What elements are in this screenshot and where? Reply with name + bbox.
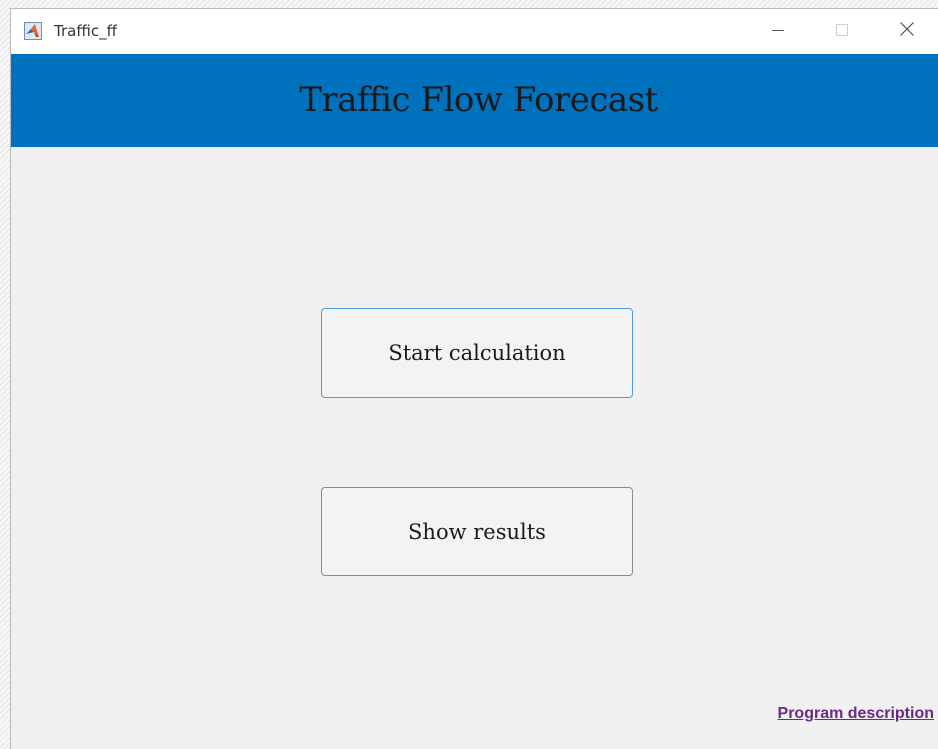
- window-title: Traffic_ff: [54, 22, 117, 40]
- show-results-button[interactable]: Show results: [321, 487, 633, 576]
- close-icon: [900, 22, 914, 41]
- minimize-icon: [772, 23, 784, 41]
- start-calculation-button[interactable]: Start calculation: [321, 308, 633, 398]
- maximize-button[interactable]: [819, 9, 865, 54]
- title-bar[interactable]: Traffic_ff: [11, 9, 938, 54]
- matlab-app-icon: [24, 22, 42, 40]
- app-window: Traffic_ff Traffic Flow Forecast Start c…: [10, 8, 938, 749]
- maximize-icon: [836, 23, 848, 41]
- minimize-button[interactable]: [755, 9, 801, 54]
- header-banner: Traffic Flow Forecast: [11, 54, 938, 147]
- app-title: Traffic Flow Forecast: [299, 80, 658, 120]
- close-button[interactable]: [884, 9, 930, 54]
- program-description-link[interactable]: Program description: [778, 705, 934, 723]
